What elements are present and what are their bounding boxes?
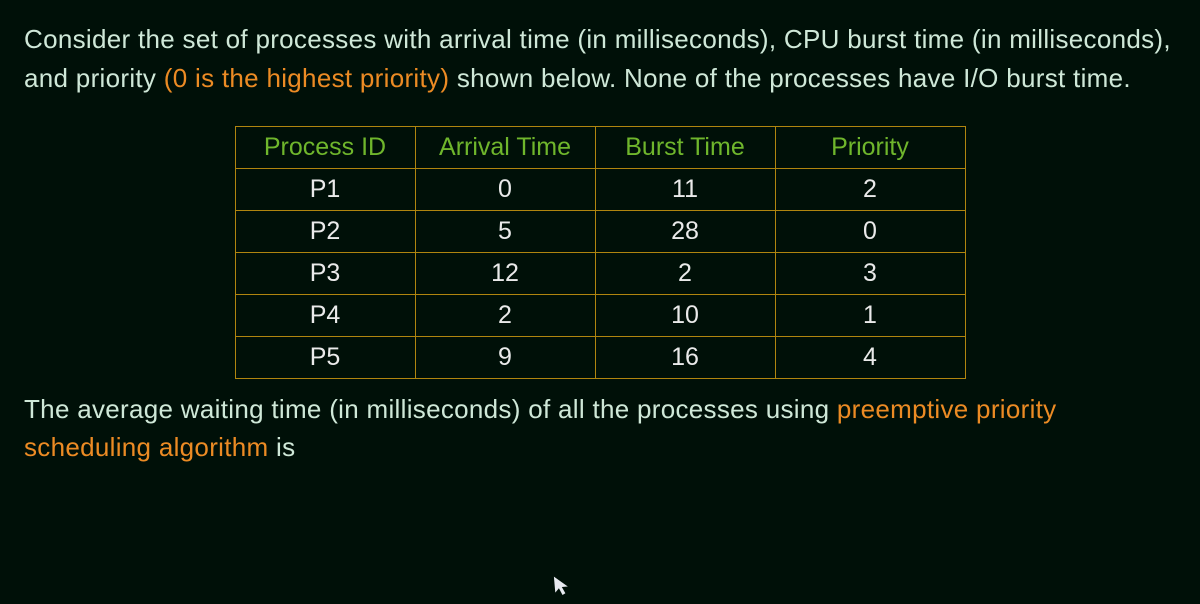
cell-process-id: P2	[235, 211, 415, 253]
mouse-cursor-icon	[552, 574, 572, 603]
cell-burst: 11	[595, 169, 775, 211]
cell-priority: 1	[775, 295, 965, 337]
cell-priority: 0	[775, 211, 965, 253]
cell-priority: 3	[775, 253, 965, 295]
cell-process-id: P4	[235, 295, 415, 337]
cell-priority: 2	[775, 169, 965, 211]
cell-process-id: P1	[235, 169, 415, 211]
question-outro: The average waiting time (in millisecond…	[24, 391, 1176, 466]
table-header-row: Process ID Arrival Time Burst Time Prior…	[235, 127, 965, 169]
cell-arrival: 9	[415, 337, 595, 379]
cell-process-id: P3	[235, 253, 415, 295]
intro-highlight: (0 is the highest priority)	[164, 63, 450, 93]
header-arrival-time: Arrival Time	[415, 127, 595, 169]
cell-burst: 10	[595, 295, 775, 337]
header-priority: Priority	[775, 127, 965, 169]
table-row: P5 9 16 4	[235, 337, 965, 379]
table-row: P1 0 11 2	[235, 169, 965, 211]
cell-arrival: 2	[415, 295, 595, 337]
outro-text-2: is	[268, 432, 295, 462]
intro-text-2: shown below. None of the processes have …	[449, 63, 1131, 93]
cell-arrival: 0	[415, 169, 595, 211]
outro-text-1: The average waiting time (in millisecond…	[24, 394, 837, 424]
header-burst-time: Burst Time	[595, 127, 775, 169]
cell-burst: 2	[595, 253, 775, 295]
cell-burst: 28	[595, 211, 775, 253]
header-process-id: Process ID	[235, 127, 415, 169]
table-row: P3 12 2 3	[235, 253, 965, 295]
process-table: Process ID Arrival Time Burst Time Prior…	[235, 126, 966, 379]
cell-arrival: 12	[415, 253, 595, 295]
table-row: P4 2 10 1	[235, 295, 965, 337]
cell-priority: 4	[775, 337, 965, 379]
question-intro: Consider the set of processes with arriv…	[24, 20, 1176, 98]
cell-arrival: 5	[415, 211, 595, 253]
table-row: P2 5 28 0	[235, 211, 965, 253]
cell-process-id: P5	[235, 337, 415, 379]
process-table-wrap: Process ID Arrival Time Burst Time Prior…	[24, 126, 1176, 379]
cell-burst: 16	[595, 337, 775, 379]
